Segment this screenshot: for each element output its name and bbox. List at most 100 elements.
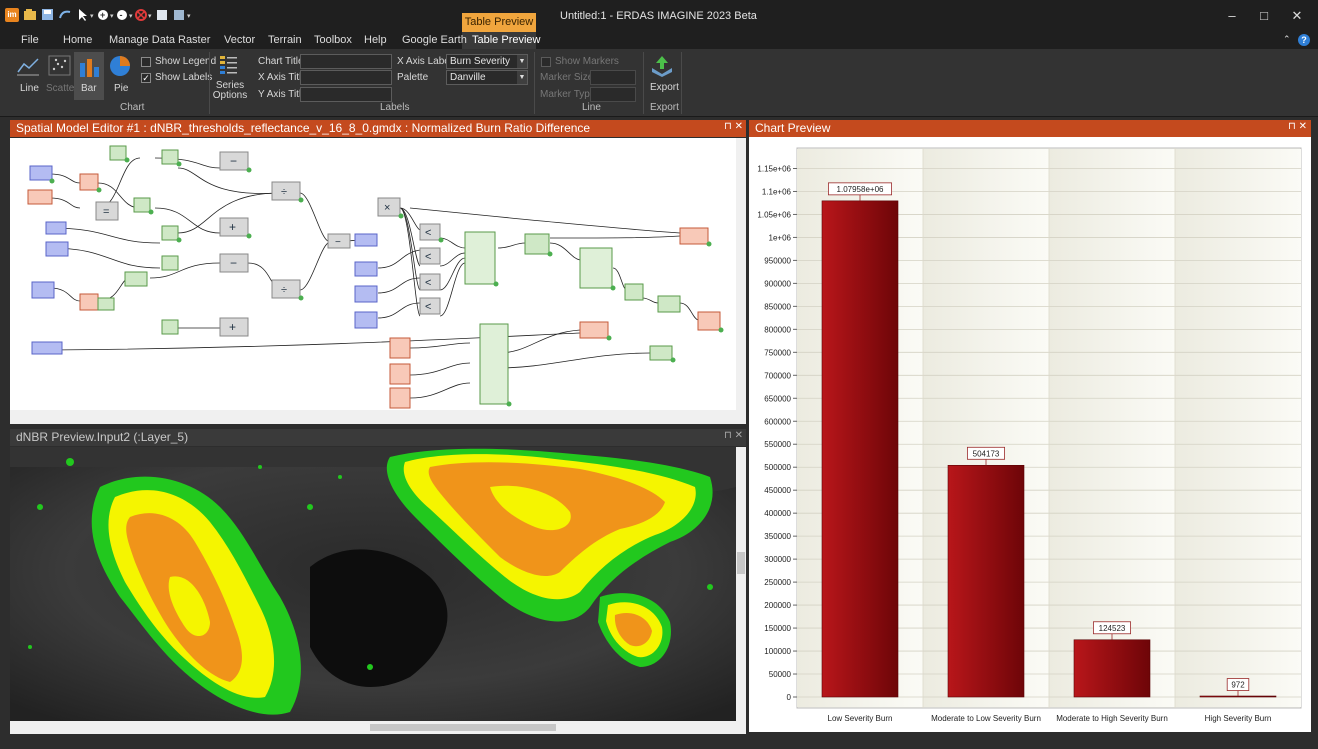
y-tick-label: 250000 xyxy=(764,578,791,587)
tab-help[interactable]: Help xyxy=(364,34,387,46)
tab-home[interactable]: Home xyxy=(63,34,92,46)
y-tick-label: 800000 xyxy=(764,325,791,334)
show-legend-checkbox[interactable] xyxy=(141,57,151,67)
bar-chart-icon[interactable] xyxy=(78,55,102,79)
show-markers-checkbox[interactable] xyxy=(541,57,551,67)
tab-raster[interactable]: Raster xyxy=(178,34,210,46)
status-bar xyxy=(0,736,1318,749)
tab-terrain[interactable]: Terrain xyxy=(268,34,302,46)
tab-table-preview[interactable]: Table Preview xyxy=(472,34,540,46)
tab-toolbox[interactable]: Toolbox xyxy=(314,34,352,46)
ribbon-divider xyxy=(643,52,644,114)
bar xyxy=(1073,639,1151,698)
ribbon-divider xyxy=(534,52,535,114)
bar-chart-label[interactable]: Bar xyxy=(81,83,97,94)
app-logo[interactable]: im xyxy=(5,8,19,22)
x-tick-label: Low Severity Burn xyxy=(828,714,893,723)
burn-severity-raster xyxy=(10,447,736,721)
model-graph: − + − + = ÷ ÷ − × < < < < xyxy=(27,145,724,409)
y-tick-label: 1.15e+06 xyxy=(757,164,791,173)
y-tick-label: 750000 xyxy=(764,348,791,357)
scrollbar-thumb[interactable] xyxy=(370,724,556,731)
svg-text:+: + xyxy=(229,320,236,334)
tab-manage-data[interactable]: Manage Data xyxy=(109,34,175,46)
chart-preview: 0 50000 100000 150000 200000 250000 300000 3500… xyxy=(749,137,1311,732)
scatter-chart-icon[interactable] xyxy=(48,55,72,77)
y-tick-label: 300000 xyxy=(764,555,791,564)
ribbon-divider xyxy=(209,52,210,114)
scatter-chart-label[interactable]: Scatter xyxy=(46,83,78,94)
minimize-button[interactable]: – xyxy=(1222,8,1242,24)
undo-icon[interactable] xyxy=(59,10,71,19)
collapse-ribbon-icon[interactable]: ⌃ xyxy=(1283,34,1291,45)
palette-dropdown[interactable]: Danville ▼ xyxy=(446,70,528,85)
svg-text:-: - xyxy=(120,10,123,20)
spatial-model-canvas[interactable]: − + − + = ÷ ÷ − × < < < < xyxy=(10,138,736,410)
show-labels-checkbox[interactable]: ✓ xyxy=(141,73,151,83)
line-chart-icon[interactable] xyxy=(16,55,40,77)
y-tick-label: 850000 xyxy=(764,302,791,311)
show-legend-label[interactable]: Show Legend xyxy=(155,56,216,67)
context-tab-header: Table Preview xyxy=(462,13,536,32)
palette-value: Danville xyxy=(450,72,486,83)
tab-google-earth[interactable]: Google Earth xyxy=(402,34,467,46)
y-tick-label: 700000 xyxy=(764,371,791,380)
maximize-button[interactable]: □ xyxy=(1254,8,1274,24)
pin-close-icons[interactable]: ⊓ ✕ xyxy=(724,430,743,441)
scrollbar-thumb[interactable] xyxy=(737,552,745,574)
save-icon[interactable] xyxy=(42,9,53,20)
x-axis-labels-value: Burn Severity xyxy=(450,56,511,67)
model-vertical-scrollbar[interactable] xyxy=(736,138,746,424)
svg-text:<: < xyxy=(425,251,431,263)
layers-icon[interactable] xyxy=(174,10,184,20)
image-horizontal-scrollbar[interactable] xyxy=(10,721,736,734)
y-tick-label: 400000 xyxy=(764,509,791,518)
tab-vector[interactable]: Vector xyxy=(224,34,255,46)
fit-view-icon[interactable] xyxy=(157,10,167,20)
pin-close-icons[interactable]: ⊓ ✕ xyxy=(724,121,743,132)
svg-text:▾: ▾ xyxy=(148,13,152,20)
show-labels-label[interactable]: Show Labels xyxy=(155,72,212,83)
palette-label: Palette xyxy=(397,72,429,83)
svg-text:▾: ▾ xyxy=(110,13,114,20)
bar-chart: 0 50000 100000 150000 200000 250000 300000 3500… xyxy=(757,147,1302,723)
series-options-label[interactable]: Series Options xyxy=(212,81,248,101)
dnbr-preview-viewer[interactable] xyxy=(10,447,736,721)
line-chart-label[interactable]: Line xyxy=(20,83,39,94)
svg-text:−: − xyxy=(335,237,341,248)
image-vertical-scrollbar[interactable] xyxy=(736,447,746,734)
pie-chart-label[interactable]: Pie xyxy=(114,83,128,94)
marker-size-input[interactable] xyxy=(590,70,636,85)
y-tick-label: 650000 xyxy=(764,394,791,403)
series-options-icon[interactable] xyxy=(219,54,239,76)
x-tick-label: Moderate to High Severity Burn xyxy=(1056,714,1168,723)
x-axis-title-input[interactable] xyxy=(300,70,392,85)
y-tick-label: 1.1e+06 xyxy=(762,187,792,196)
y-tick-label: 350000 xyxy=(764,532,791,541)
x-axis-labels-dropdown[interactable]: Burn Severity ▼ xyxy=(446,54,528,69)
help-icon[interactable]: ? xyxy=(1298,34,1310,46)
tab-file[interactable]: File xyxy=(21,34,39,46)
y-tick-label: 900000 xyxy=(764,279,791,288)
chart-title-input[interactable] xyxy=(300,54,392,69)
svg-text:<: < xyxy=(425,227,431,239)
marker-type-input[interactable] xyxy=(590,87,636,102)
y-tick-label: 550000 xyxy=(764,440,791,449)
quick-access-toolbar: ▾ + ▾ - ▾ ▾ ▾ xyxy=(24,9,191,21)
y-tick-label: 450000 xyxy=(764,486,791,495)
show-markers-label[interactable]: Show Markers xyxy=(555,56,619,67)
pie-chart-icon[interactable] xyxy=(108,54,132,78)
close-button[interactable]: ✕ xyxy=(1287,8,1307,24)
pin-close-icons[interactable]: ⊓ ✕ xyxy=(1288,121,1307,132)
bar xyxy=(1199,695,1277,698)
export-button[interactable]: Export xyxy=(650,82,679,93)
open-icon[interactable] xyxy=(24,9,36,20)
y-tick-label: 0 xyxy=(787,693,792,702)
y-axis-title-input[interactable] xyxy=(300,87,392,102)
marker-type-label: Marker Type xyxy=(540,89,596,100)
svg-text:+: + xyxy=(229,220,236,234)
export-icon[interactable] xyxy=(650,54,674,78)
svg-text:÷: ÷ xyxy=(281,284,287,296)
model-horizontal-scrollbar[interactable] xyxy=(10,410,736,424)
pointer-icon[interactable] xyxy=(79,9,87,21)
